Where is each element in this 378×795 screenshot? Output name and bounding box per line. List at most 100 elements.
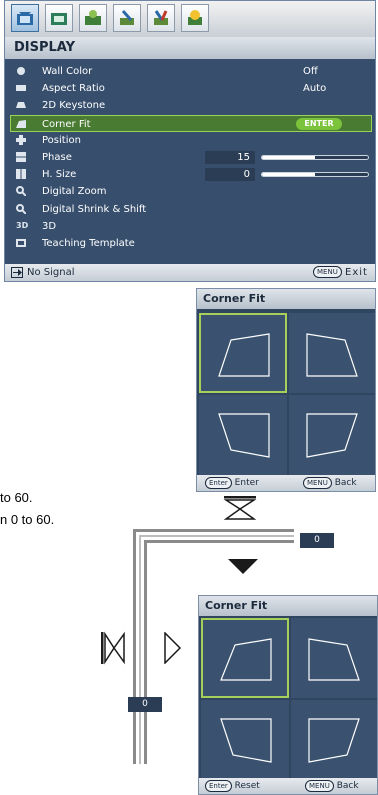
tab-settings-basic[interactable]: [113, 4, 141, 32]
tab-picture[interactable]: [11, 4, 39, 32]
menu-item-label: 3D: [42, 220, 57, 232]
corner-cell-top-right[interactable]: [291, 618, 377, 698]
menu-item-teaching-template[interactable]: Teaching Template: [11, 235, 371, 252]
reset-label: Reset: [234, 781, 260, 791]
menu-item-label: Position: [42, 134, 81, 146]
keystone-icon: [16, 102, 26, 109]
menu-exit-hint[interactable]: MENU Exit: [313, 264, 368, 281]
text-fragment-2: n 0 to 60.: [0, 512, 55, 527]
menu-item-wall-color[interactable]: Wall Color Off: [11, 63, 371, 80]
menu-item-label: Digital Shrink & Shift: [42, 203, 147, 215]
menu-item-h-size[interactable]: H. Size 0: [11, 166, 371, 183]
menu-title: DISPLAY: [5, 37, 375, 59]
enter-key: Enter: [205, 779, 232, 792]
digital-shrink-icon: [16, 203, 26, 214]
menu-item-3d[interactable]: 3D 3D: [11, 218, 371, 235]
corner-cell-bottom-right[interactable]: [289, 395, 375, 475]
keystone-bottom-left-icon: [218, 413, 270, 458]
panel-footer: Enter Reset MENU Back: [199, 778, 377, 794]
move-left-icon[interactable]: [100, 630, 126, 666]
corner-cell-bottom-left[interactable]: [201, 700, 289, 780]
osd-menu: DISPLAY Wall Color Off Aspect Ratio Auto 2D …: [4, 0, 376, 282]
position-icon: [16, 134, 26, 145]
vertical-value-box: 0: [300, 533, 334, 548]
tab-bar: [5, 1, 375, 37]
move-up-icon[interactable]: [222, 495, 258, 521]
enter-badge[interactable]: ENTER: [296, 117, 342, 130]
reset-hint[interactable]: Enter Reset: [205, 778, 260, 794]
back-label: Back: [334, 478, 357, 488]
phase-icon: [16, 152, 26, 162]
menu-item-position[interactable]: Position: [11, 132, 371, 149]
panel-title: Corner Fit: [199, 596, 377, 616]
menu-item-digital-zoom[interactable]: Digital Zoom: [11, 183, 371, 200]
menu-item-label: Corner Fit: [42, 118, 91, 130]
picture-advanced-icon: [51, 13, 67, 25]
keystone-top-right-icon: [306, 333, 358, 377]
display-icon: [85, 10, 101, 25]
menu-item-value: 15: [205, 151, 255, 164]
menu-item-corner-fit[interactable]: Corner Fit ENTER: [10, 114, 372, 132]
3d-icon: 3D: [16, 220, 29, 230]
corner-cell-bottom-right[interactable]: [291, 700, 377, 780]
h-size-icon: [16, 169, 26, 180]
move-right-icon[interactable]: [164, 632, 182, 664]
information-icon: [188, 10, 202, 25]
slider-fill: [262, 156, 315, 159]
tab-display[interactable]: [79, 4, 107, 32]
corner-cell-top-left[interactable]: [199, 313, 287, 393]
tab-picture-advanced[interactable]: [45, 4, 73, 32]
menu-item-label: Aspect Ratio: [42, 83, 105, 95]
keystone-top-left-icon: [218, 333, 270, 377]
keystone-top-right-icon: [308, 638, 360, 681]
slider-fill: [262, 173, 315, 177]
horizontal-value-box: 0: [128, 697, 162, 712]
menu-item-phase[interactable]: Phase 15: [11, 149, 371, 166]
enter-hint[interactable]: Enter Enter: [205, 475, 259, 491]
menu-key: MENU: [305, 779, 334, 792]
menu-item-value: Off: [303, 66, 318, 77]
teaching-template-icon: [16, 239, 26, 247]
corner-cell-top-left[interactable]: [201, 618, 289, 698]
menu-item-label: 2D Keystone: [42, 100, 106, 112]
wall-color-icon: [17, 67, 25, 75]
keystone-bottom-right-icon: [306, 413, 358, 458]
back-hint[interactable]: MENU Back: [305, 778, 359, 794]
digital-zoom-icon: [16, 186, 26, 197]
tab-settings-advanced[interactable]: [147, 4, 175, 32]
keystone-bottom-left-icon: [220, 718, 272, 763]
menu-item-value: 0: [205, 168, 255, 182]
panel-footer: Enter Enter MENU Back: [197, 475, 375, 491]
keystone-bottom-right-icon: [308, 718, 360, 763]
status-bar: No Signal MENU Exit: [5, 264, 375, 281]
corner-cell-bottom-left[interactable]: [199, 395, 287, 475]
enter-label: Enter: [234, 478, 259, 488]
aspect-ratio-icon: [16, 85, 26, 92]
move-down-icon[interactable]: [227, 558, 259, 576]
tab-information[interactable]: [181, 4, 209, 32]
menu-key: MENU: [313, 266, 342, 278]
menu-item-label: Wall Color: [42, 66, 93, 77]
menu-item-keystone[interactable]: 2D Keystone: [11, 97, 371, 114]
value-slider[interactable]: [261, 155, 369, 160]
enter-key: Enter: [205, 476, 232, 489]
value-slider[interactable]: [261, 172, 369, 178]
exit-label: Exit: [345, 267, 368, 278]
menu-item-digital-shrink[interactable]: Digital Shrink & Shift: [11, 201, 371, 218]
signal-status: No Signal: [27, 267, 75, 278]
menu-item-aspect-ratio[interactable]: Aspect Ratio Auto: [11, 80, 371, 97]
menu-item-label: Digital Zoom: [42, 186, 107, 198]
keystone-top-left-icon: [220, 638, 272, 681]
panel-title: Corner Fit: [197, 289, 375, 309]
corner-fit-adjust-panel: Corner Fit Enter Reset MENU Back: [198, 595, 378, 795]
picture-icon: [17, 12, 33, 25]
settings-basic-icon: [120, 10, 134, 25]
menu-key: MENU: [303, 476, 332, 489]
corner-fit-panel: Corner Fit Enter Enter MENU Back: [196, 288, 376, 492]
corner-fit-icon: [16, 119, 26, 128]
settings-advanced-icon: [154, 10, 168, 25]
back-hint[interactable]: MENU Back: [303, 475, 357, 491]
menu-item-value: Auto: [303, 83, 327, 95]
corner-cell-top-right[interactable]: [289, 313, 375, 393]
text-fragment-1: to 60.: [0, 490, 33, 505]
